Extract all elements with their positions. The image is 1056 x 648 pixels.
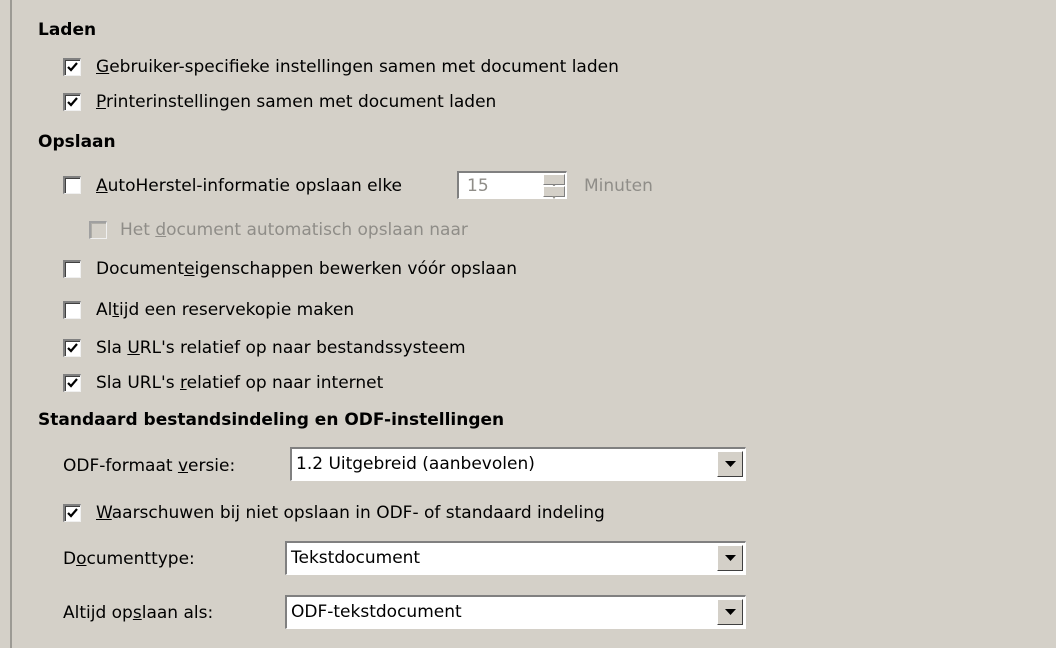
document-type-value: Tekstdocument [291,548,421,568]
always-save-as-dropdown-button[interactable] [717,599,743,625]
always-save-as-value: ODF-tekstdocument [291,602,462,622]
checkbox-url-internet[interactable] [63,374,81,392]
chevron-down-icon [725,609,736,615]
spin-down-button[interactable] [543,186,565,199]
arrow-down-icon [552,196,556,199]
document-type-select[interactable]: Tekstdocument [285,541,746,575]
checkbox-autosave[interactable] [89,221,107,239]
section-heading-laden: Laden [38,20,97,40]
panel-left-border [10,0,12,648]
checkmark-icon [67,343,78,353]
checkmark-icon [67,97,78,107]
chevron-down-icon [725,555,736,561]
chevron-down-icon [725,461,736,467]
label-printer-settings[interactable]: Printerinstellingen samen met document l… [96,92,496,112]
checkbox-printer-settings[interactable] [63,93,81,111]
checkbox-warn-odf[interactable] [63,504,81,522]
label-warn-odf[interactable]: Waarschuwen bij niet opslaan in ODF- of … [96,503,605,523]
label-always-save-as: Altijd opslaan als: [63,603,214,623]
label-document-type: Documenttype: [63,549,195,569]
checkbox-url-filesystem[interactable] [63,339,81,357]
document-type-dropdown-button[interactable] [717,545,743,571]
label-backup[interactable]: Altijd een reservekopie maken [96,300,354,320]
label-url-filesystem[interactable]: Sla URL's relatief op naar bestandssyste… [96,338,466,358]
label-minutes: Minuten [584,176,653,196]
autorecover-minutes-value: 15 [467,176,489,196]
odf-version-value: 1.2 Uitgebreid (aanbevolen) [296,454,535,474]
checkbox-user-settings[interactable] [63,58,81,76]
label-autorecover[interactable]: AutoHerstel-informatie opslaan elke [96,176,402,196]
label-user-settings[interactable]: Gebruiker-specifieke instellingen samen … [96,57,619,77]
checkmark-icon [67,378,78,388]
section-heading-opslaan: Opslaan [38,132,116,152]
checkmark-icon [67,508,78,518]
checkbox-doc-properties[interactable] [63,260,81,278]
section-heading-standaard: Standaard bestandsindeling en ODF-instel… [38,410,505,430]
label-url-internet[interactable]: Sla URL's relatief op naar internet [96,373,383,393]
label-doc-properties[interactable]: Documenteigenschappen bewerken vóór opsl… [96,259,517,279]
odf-version-select[interactable]: 1.2 Uitgebreid (aanbevolen) [290,447,746,481]
always-save-as-select[interactable]: ODF-tekstdocument [285,595,746,629]
checkbox-backup[interactable] [63,301,81,319]
checkbox-autorecover[interactable] [63,176,81,194]
label-autosave[interactable]: Het document automatisch opslaan naar [120,220,468,240]
odf-version-dropdown-button[interactable] [717,451,743,477]
label-odf-version: ODF-formaat versie: [63,456,236,476]
spin-up-button[interactable] [543,174,565,187]
autorecover-minutes-spinner[interactable]: 15 [457,171,567,199]
checkmark-icon [67,62,78,72]
